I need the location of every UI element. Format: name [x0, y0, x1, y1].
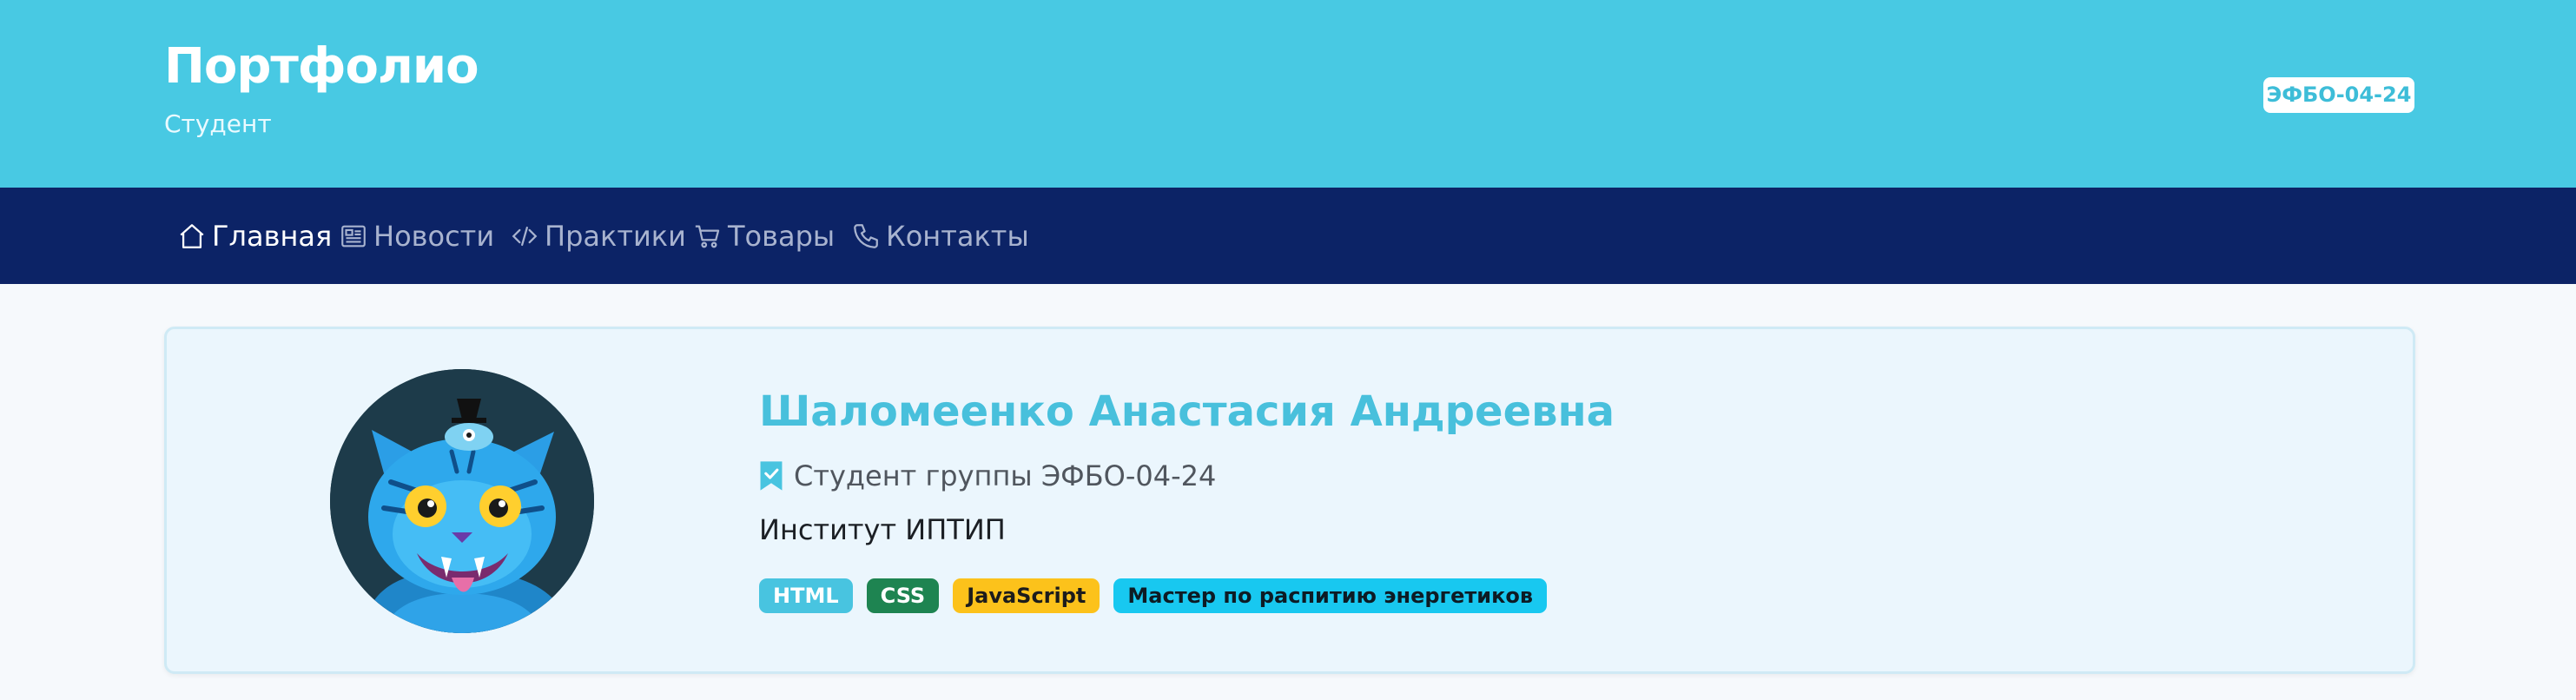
home-icon — [177, 221, 207, 251]
group-badge: ЭФБО-04-24 — [2263, 77, 2414, 113]
nav-item-contacts-label: Контакты — [886, 219, 1029, 253]
avatar — [330, 369, 594, 633]
skill-tags: HTML CSS JavaScript Мастер по распитию э… — [759, 578, 1548, 613]
student-group-label: Студент группы ЭФБО-04-24 — [794, 459, 1217, 492]
nav-item-contacts[interactable]: Контакты — [851, 188, 1029, 284]
page-subtitle: Студент — [164, 109, 272, 138]
nav-item-home[interactable]: Главная — [177, 188, 332, 284]
cart-icon — [693, 221, 723, 251]
nav-item-practices[interactable]: Практики — [510, 188, 686, 284]
page-title: Портфолио — [164, 38, 479, 95]
nav-item-practices-label: Практики — [545, 219, 686, 253]
skill-tag-energy-drinks: Мастер по распитию энергетиков — [1113, 578, 1548, 613]
code-icon — [510, 221, 539, 251]
skill-tag-html: HTML — [759, 578, 853, 613]
bookmark-check-icon — [759, 460, 783, 492]
nav-item-news-label: Новости — [373, 219, 495, 253]
phone-icon — [851, 221, 881, 251]
student-name: Шаломеенко Анастасия Андреевна — [759, 387, 1615, 436]
skill-tag-css: CSS — [866, 578, 940, 613]
main-navbar: Главная Новости Практики Товары Контакты — [0, 188, 2576, 284]
tiger-avatar-image — [330, 369, 594, 633]
skill-tag-javascript: JavaScript — [953, 578, 1100, 613]
nav-item-home-label: Главная — [212, 219, 333, 253]
newspaper-icon — [339, 221, 368, 251]
page-header: Портфолио Студент ЭФБО-04-24 — [0, 0, 2576, 188]
nav-item-news[interactable]: Новости — [339, 188, 494, 284]
student-institute: Институт ИПТИП — [759, 513, 1006, 546]
nav-item-products-label: Товары — [728, 219, 836, 253]
nav-item-products[interactable]: Товары — [693, 188, 835, 284]
student-group: Студент группы ЭФБО-04-24 — [759, 456, 1216, 496]
